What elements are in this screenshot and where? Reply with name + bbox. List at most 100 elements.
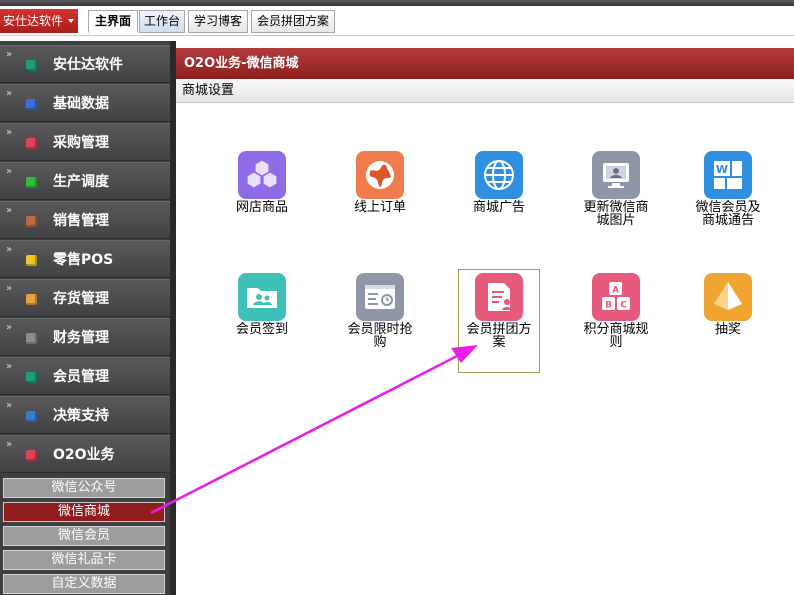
main-panel: O2O业务-微信商城 商城设置 网店商品 线上订单 商城广告 更新微信商 城图片… [176,41,794,595]
sidebar-item-finance[interactable]: » 财务管理 [0,318,170,356]
monitor-icon [592,151,640,199]
sidebar-item-basic-data[interactable]: » 基础数据 [0,84,170,122]
module-icon [26,60,37,71]
tile-lottery[interactable]: 抽奖 [687,273,769,353]
tile-online-products[interactable]: 网店商品 [221,151,303,231]
subitem-label: 自定义数据 [51,576,117,591]
globe-icon [356,151,404,199]
document-user-icon [475,273,523,321]
tile-mall-ads[interactable]: 商城广告 [458,151,540,231]
module-icon [26,333,37,344]
sidebar-item-label: 存货管理 [53,291,109,307]
cubes-icon [238,151,286,199]
expand-chevron-icon: » [6,322,13,333]
sidebar-item-purchase[interactable]: » 采购管理 [0,123,170,161]
abc-blocks-icon: ABC [592,273,640,321]
tile-member-checkin[interactable]: 会员签到 [221,273,303,353]
sidebar-item-inventory[interactable]: » 存货管理 [0,279,170,317]
sidebar-item-anshida[interactable]: » 安仕达软件 [0,45,170,83]
pyramid-icon [704,273,752,321]
tab-blog[interactable]: 学习博客 [188,10,248,33]
tile-label: 网店商品 [235,200,288,215]
collapse-chevron-icon: » [6,439,13,450]
sidebar-item-label: 财务管理 [53,330,109,346]
subitem-wechat-mall[interactable]: 微信商城 [3,502,165,522]
subitem-wechat-giftcard[interactable]: 微信礼品卡 [3,550,165,570]
expand-chevron-icon: » [6,205,13,216]
sidebar-item-decision[interactable]: » 决策支持 [0,396,170,434]
tile-label: 会员签到 [235,322,288,337]
office-tiles-icon: W [704,151,752,199]
sidebar-item-retail-pos[interactable]: » 零售POS [0,240,170,278]
sidebar-item-label: O2O业务 [53,447,115,463]
sidebar-item-o2o[interactable]: » O2O业务 [0,435,170,473]
subitem-custom-data[interactable]: 自定义数据 [3,574,165,594]
sidebar-item-label: 决策支持 [53,408,109,424]
world-grid-icon [475,151,523,199]
tab-workbench[interactable]: 工作台 [139,10,185,33]
app-menu-button[interactable]: 安仕达软件 [0,9,78,33]
top-bar: 安仕达软件 主界面 工作台 学习博客 会员拼团方案 [0,0,794,36]
sidebar: » 安仕达软件 » 基础数据 » 采购管理 » 生产调度 » 销售管理 » 零售… [0,41,172,595]
module-icon [26,450,37,461]
folder-people-icon [238,273,286,321]
subitem-label: 微信公众号 [51,480,117,495]
tile-flash-sale[interactable]: 会员限时抢 购 [339,273,421,353]
expand-chevron-icon: » [6,127,13,138]
sidebar-item-label: 生产调度 [53,174,109,190]
sidebar-item-label: 销售管理 [53,213,109,229]
tab-main[interactable]: 主界面 [88,10,138,33]
browser-clock-icon [356,273,404,321]
svg-text:B: B [605,301,612,311]
subitem-wechat-official[interactable]: 微信公众号 [3,478,165,498]
subitem-wechat-member[interactable]: 微信会员 [3,526,165,546]
tile-update-mall-images[interactable]: 更新微信商 城图片 [575,151,657,231]
expand-chevron-icon: » [6,361,13,372]
subitem-label: 微信会员 [57,528,110,543]
chevron-down-icon [68,19,74,23]
expand-chevron-icon: » [6,244,13,255]
sidebar-item-label: 安仕达软件 [53,57,123,73]
module-icon [26,216,37,227]
sidebar-item-production[interactable]: » 生产调度 [0,162,170,200]
module-icon [26,255,37,266]
tab-label: 工作台 [143,14,180,28]
sidebar-item-label: 采购管理 [53,135,109,151]
tile-label: 商城广告 [472,200,525,215]
expand-chevron-icon: » [6,88,13,99]
tab-group-buy-plan[interactable]: 会员拼团方案 [251,10,335,33]
tile-points-rules[interactable]: ABC 积分商城规 则 [575,273,657,353]
tile-label: 微信会员及 商城通告 [695,200,761,228]
sidebar-item-member[interactable]: » 会员管理 [0,357,170,395]
tile-online-orders[interactable]: 线上订单 [339,151,421,231]
panel-title: O2O业务-微信商城 [176,48,794,79]
tile-label: 抽奖 [714,322,741,337]
subitem-label: 微信礼品卡 [51,552,117,567]
module-icon [26,177,37,188]
tile-label: 会员拼团方 案 [466,322,532,350]
subitem-label: 微信商城 [57,504,110,519]
tile-label: 会员限时抢 购 [347,322,413,350]
tile-label: 线上订单 [353,200,406,215]
module-icon [26,294,37,305]
svg-text:W: W [716,163,728,176]
tab-label: 主界面 [94,14,131,28]
tile-member-notice[interactable]: W 微信会员及 商城通告 [687,151,769,231]
svg-text:A: A [612,286,619,296]
sidebar-item-label: 基础数据 [53,96,109,112]
module-icon [26,138,37,149]
tab-label: 学习博客 [193,14,242,28]
sidebar-item-label: 会员管理 [53,369,109,385]
expand-chevron-icon: » [6,400,13,411]
expand-chevron-icon: » [6,283,13,294]
app-menu-label: 安仕达软件 [3,14,64,28]
tile-label: 更新微信商 城图片 [583,200,649,228]
sidebar-item-sales[interactable]: » 销售管理 [0,201,170,239]
expand-chevron-icon: » [6,49,13,60]
module-icon [26,99,37,110]
tile-group-buy-plan[interactable]: 会员拼团方 案 [458,273,540,353]
tile-label: 积分商城规 则 [583,322,649,350]
tab-label: 会员拼团方案 [256,14,329,28]
expand-chevron-icon: » [6,166,13,177]
sidebar-item-label: 零售POS [53,252,114,268]
